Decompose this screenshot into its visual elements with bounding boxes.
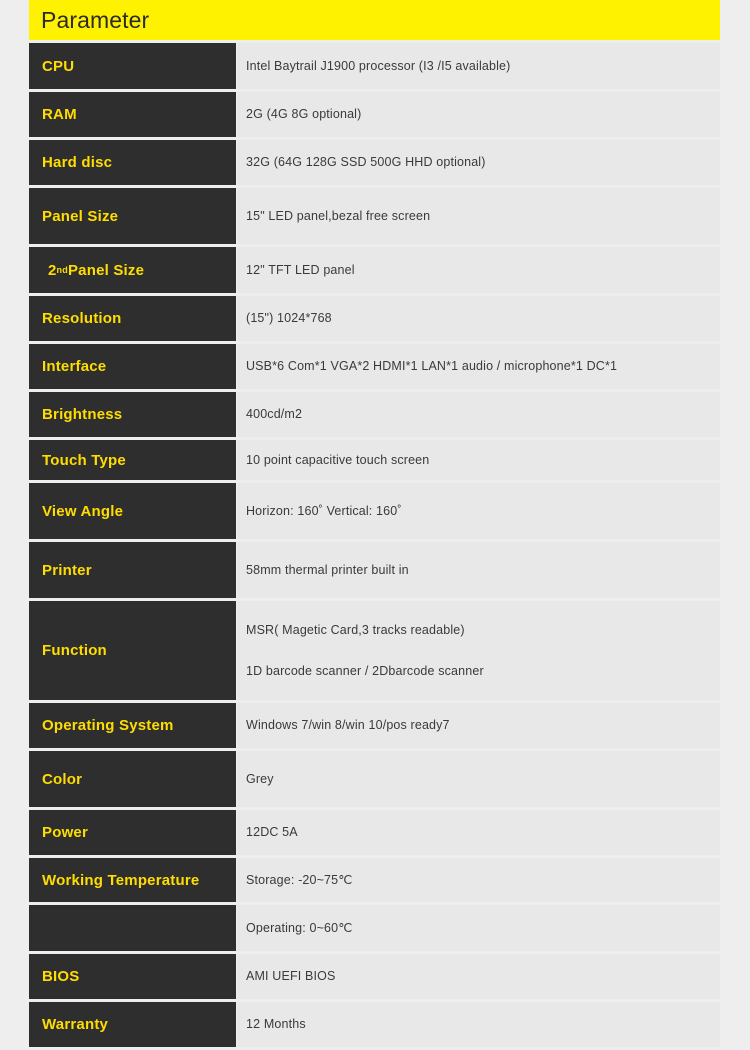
row-value-line: 400cd/m2 [246,407,303,422]
row-value-line: Grey [246,771,274,786]
table-row: Working Temperature Storage: -20~75℃ [29,858,720,902]
row-value-line: Windows 7/win 8/win 10/pos ready7 [246,718,450,733]
row-value-line: USB*6 Com*1 VGA*2 HDMI*1 LAN*1 audio / m… [246,359,618,374]
row-label: Power [29,810,236,855]
specification-table: Parameter CPU Intel Baytrail J1900 proces… [29,0,720,1050]
row-value: 400cd/m2 [237,392,720,437]
row-value: Windows 7/win 8/win 10/pos ready7 [237,703,720,748]
row-value: 2G (4G 8G optional) [237,92,720,137]
row-value: 12DC 5A [237,810,720,855]
row-value-line: (15") 1024*768 [246,311,332,326]
row-label: Panel Size [29,188,236,244]
row-value: 15" LED panel,bezal free screen [237,188,720,244]
row-value: 32G (64G 128G SSD 500G HHD optional) [237,140,720,185]
row-value-line: 15" LED panel,bezal free screen [246,208,431,223]
row-label: CPU [29,43,236,89]
row-value: (15") 1024*768 [237,296,720,341]
row-label: View Angle [29,483,236,539]
row-label: Color [29,751,236,807]
page-title: Parameter [41,6,150,33]
table-row: Hard disc 32G (64G 128G SSD 500G HHD opti… [29,140,720,185]
table-row: Interface USB*6 Com*1 VGA*2 HDMI*1 LAN*1 … [29,344,720,389]
row-value-line: 10 point capacitive touch screen [246,452,430,467]
row-label: BIOS [29,954,236,999]
row-value-line: MSR( Magetic Card,3 tracks readable) [246,622,465,637]
row-value-line: Intel Baytrail J1900 processor (I3 /I5 a… [246,58,511,73]
row-value-line: Storage: -20~75℃ [246,872,353,887]
row-value: USB*6 Com*1 VGA*2 HDMI*1 LAN*1 audio / m… [237,344,720,389]
row-value: 58mm thermal printer built in [237,542,720,598]
row-value: AMI UEFI BIOS [237,954,720,999]
row-label [29,905,236,951]
table-row: Touch Type 10 point capacitive touch scre… [29,440,720,480]
row-label: 2nd Panel Size [29,247,236,293]
table-row: BIOS AMI UEFI BIOS [29,954,720,999]
row-label: Hard disc [29,140,236,185]
row-value: 10 point capacitive touch screen [237,440,720,480]
row-value-line: AMI UEFI BIOS [246,969,336,984]
row-label: Warranty [29,1002,236,1047]
table-row: View Angle Horizon: 160˚ Vertical: 160˚ [29,483,720,539]
row-value-line: 32G (64G 128G SSD 500G HHD optional) [246,155,486,170]
table-row: Brightness 400cd/m2 [29,392,720,437]
row-value-line: 58mm thermal printer built in [246,562,409,577]
row-value-line: 2G (4G 8G optional) [246,107,362,122]
row-label: Function [29,601,236,700]
row-label: Working Temperature [29,858,236,902]
row-value: Operating: 0~60℃ [237,905,720,951]
row-label: Interface [29,344,236,389]
table-body: CPU Intel Baytrail J1900 processor (I3 /I… [29,43,720,1047]
row-value: Horizon: 160˚ Vertical: 160˚ [237,483,720,539]
row-label: RAM [29,92,236,137]
table-row: Operating: 0~60℃ [29,905,720,951]
row-value-line: 1D barcode scanner / 2Dbarcode scanner [246,663,484,678]
row-label: Touch Type [29,440,236,480]
row-value: Grey [237,751,720,807]
row-value: Storage: -20~75℃ [237,858,720,902]
table-row: Function MSR( Magetic Card,3 tracks reada… [29,601,720,700]
row-label: Resolution [29,296,236,341]
table-row: 2nd Panel Size 12" TFT LED panel [29,247,720,293]
table-row: Resolution (15") 1024*768 [29,296,720,341]
row-value-line: Horizon: 160˚ Vertical: 160˚ [246,503,402,518]
table-row: Operating System Windows 7/win 8/win 10/p… [29,703,720,748]
row-value-line: 12 Months [246,1017,306,1032]
row-value: 12 Months [237,1002,720,1047]
row-label: Operating System [29,703,236,748]
table-row: Printer 58mm thermal printer built in [29,542,720,598]
table-row: RAM 2G (4G 8G optional) [29,92,720,137]
table-header-row: Parameter [29,0,720,40]
table-row: Power 12DC 5A [29,810,720,855]
table-row: Color Grey [29,751,720,807]
row-value-line: 12" TFT LED panel [246,262,355,277]
row-label: Printer [29,542,236,598]
row-label: Brightness [29,392,236,437]
row-value-line: 12DC 5A [246,825,298,840]
row-value: 12" TFT LED panel [237,247,720,293]
table-row: CPU Intel Baytrail J1900 processor (I3 /I… [29,43,720,89]
row-value: Intel Baytrail J1900 processor (I3 /I5 a… [237,43,720,89]
table-row: Panel Size 15" LED panel,bezal free scree… [29,188,720,244]
table-row: Warranty 12 Months [29,1002,720,1047]
row-value: MSR( Magetic Card,3 tracks readable) 1D b… [237,601,720,700]
row-value-line: Operating: 0~60℃ [246,920,353,935]
